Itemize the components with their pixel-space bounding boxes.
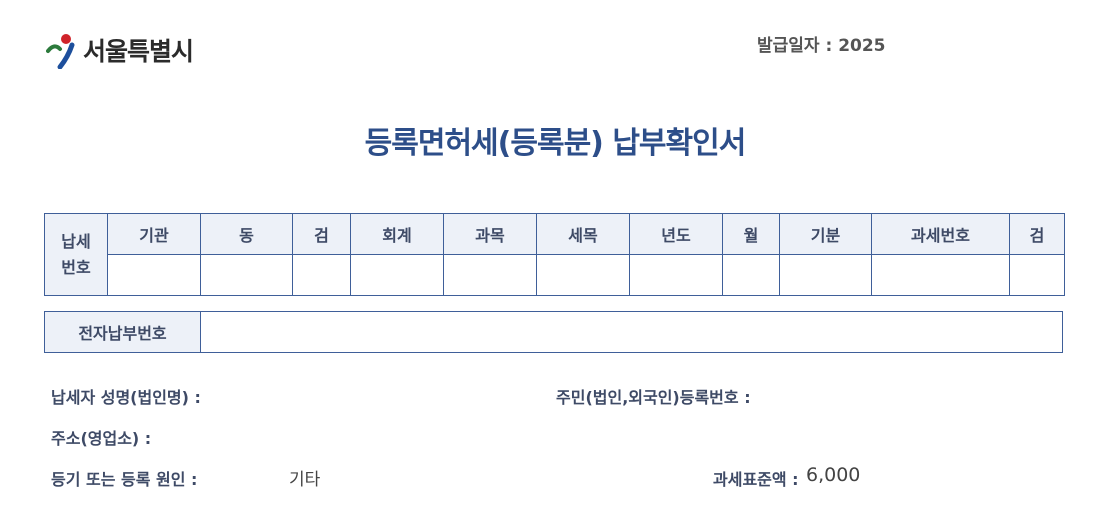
value-period — [779, 254, 872, 296]
column-header-taxation-number: 과세번호 — [871, 213, 1010, 255]
registration-cause-value: 기타 — [289, 470, 321, 490]
issue-date: 발급일자 : 2025 — [757, 36, 886, 56]
address-label: 주소(영업소) : — [51, 429, 152, 448]
column-header-account: 회계 — [350, 213, 444, 255]
value-year — [629, 254, 723, 296]
document-title: 등록면허세(등록분) 납부확인서 — [364, 126, 747, 161]
value-account — [350, 254, 444, 296]
taxpayer-name-label: 납세자 성명(법인명) : — [51, 388, 201, 407]
value-agency — [107, 254, 201, 296]
column-header-check-2: 검 — [1009, 213, 1065, 255]
electronic-payment-table: 전자납부번호 — [44, 311, 1063, 353]
org-name: 서울특별시 — [83, 37, 194, 66]
value-subject — [443, 254, 537, 296]
column-header-agency: 기관 — [107, 213, 201, 255]
tax-number-table: 납세 번호 기관 동 검 회계 과목 세목 년도 월 기분 과세번호 검 — [44, 213, 1065, 296]
tax-base-label: 과세표준액 : — [713, 470, 799, 489]
seoul-logo: 서울특별시 — [46, 30, 194, 70]
value-dong — [200, 254, 293, 296]
electronic-payment-label: 전자납부번호 — [44, 311, 201, 353]
electronic-payment-value — [200, 311, 1063, 353]
tax-base-value: 6,000 — [806, 464, 861, 486]
column-header-dong: 동 — [200, 213, 293, 255]
tax-number-row-label: 납세 번호 — [44, 213, 108, 296]
value-taxation-number — [871, 254, 1010, 296]
registration-cause-label: 등기 또는 등록 원인 : — [51, 470, 198, 489]
column-header-period: 기분 — [779, 213, 872, 255]
value-check — [292, 254, 351, 296]
value-check-2 — [1009, 254, 1065, 296]
value-month — [722, 254, 780, 296]
seoul-emblem-icon — [46, 34, 75, 69]
value-tax-item — [536, 254, 630, 296]
resident-number-label: 주민(법인,외국인)등록번호 : — [556, 388, 751, 407]
column-header-year: 년도 — [629, 213, 723, 255]
column-header-month: 월 — [722, 213, 780, 255]
column-header-tax-item: 세목 — [536, 213, 630, 255]
column-header-subject: 과목 — [443, 213, 537, 255]
column-header-check: 검 — [292, 213, 351, 255]
